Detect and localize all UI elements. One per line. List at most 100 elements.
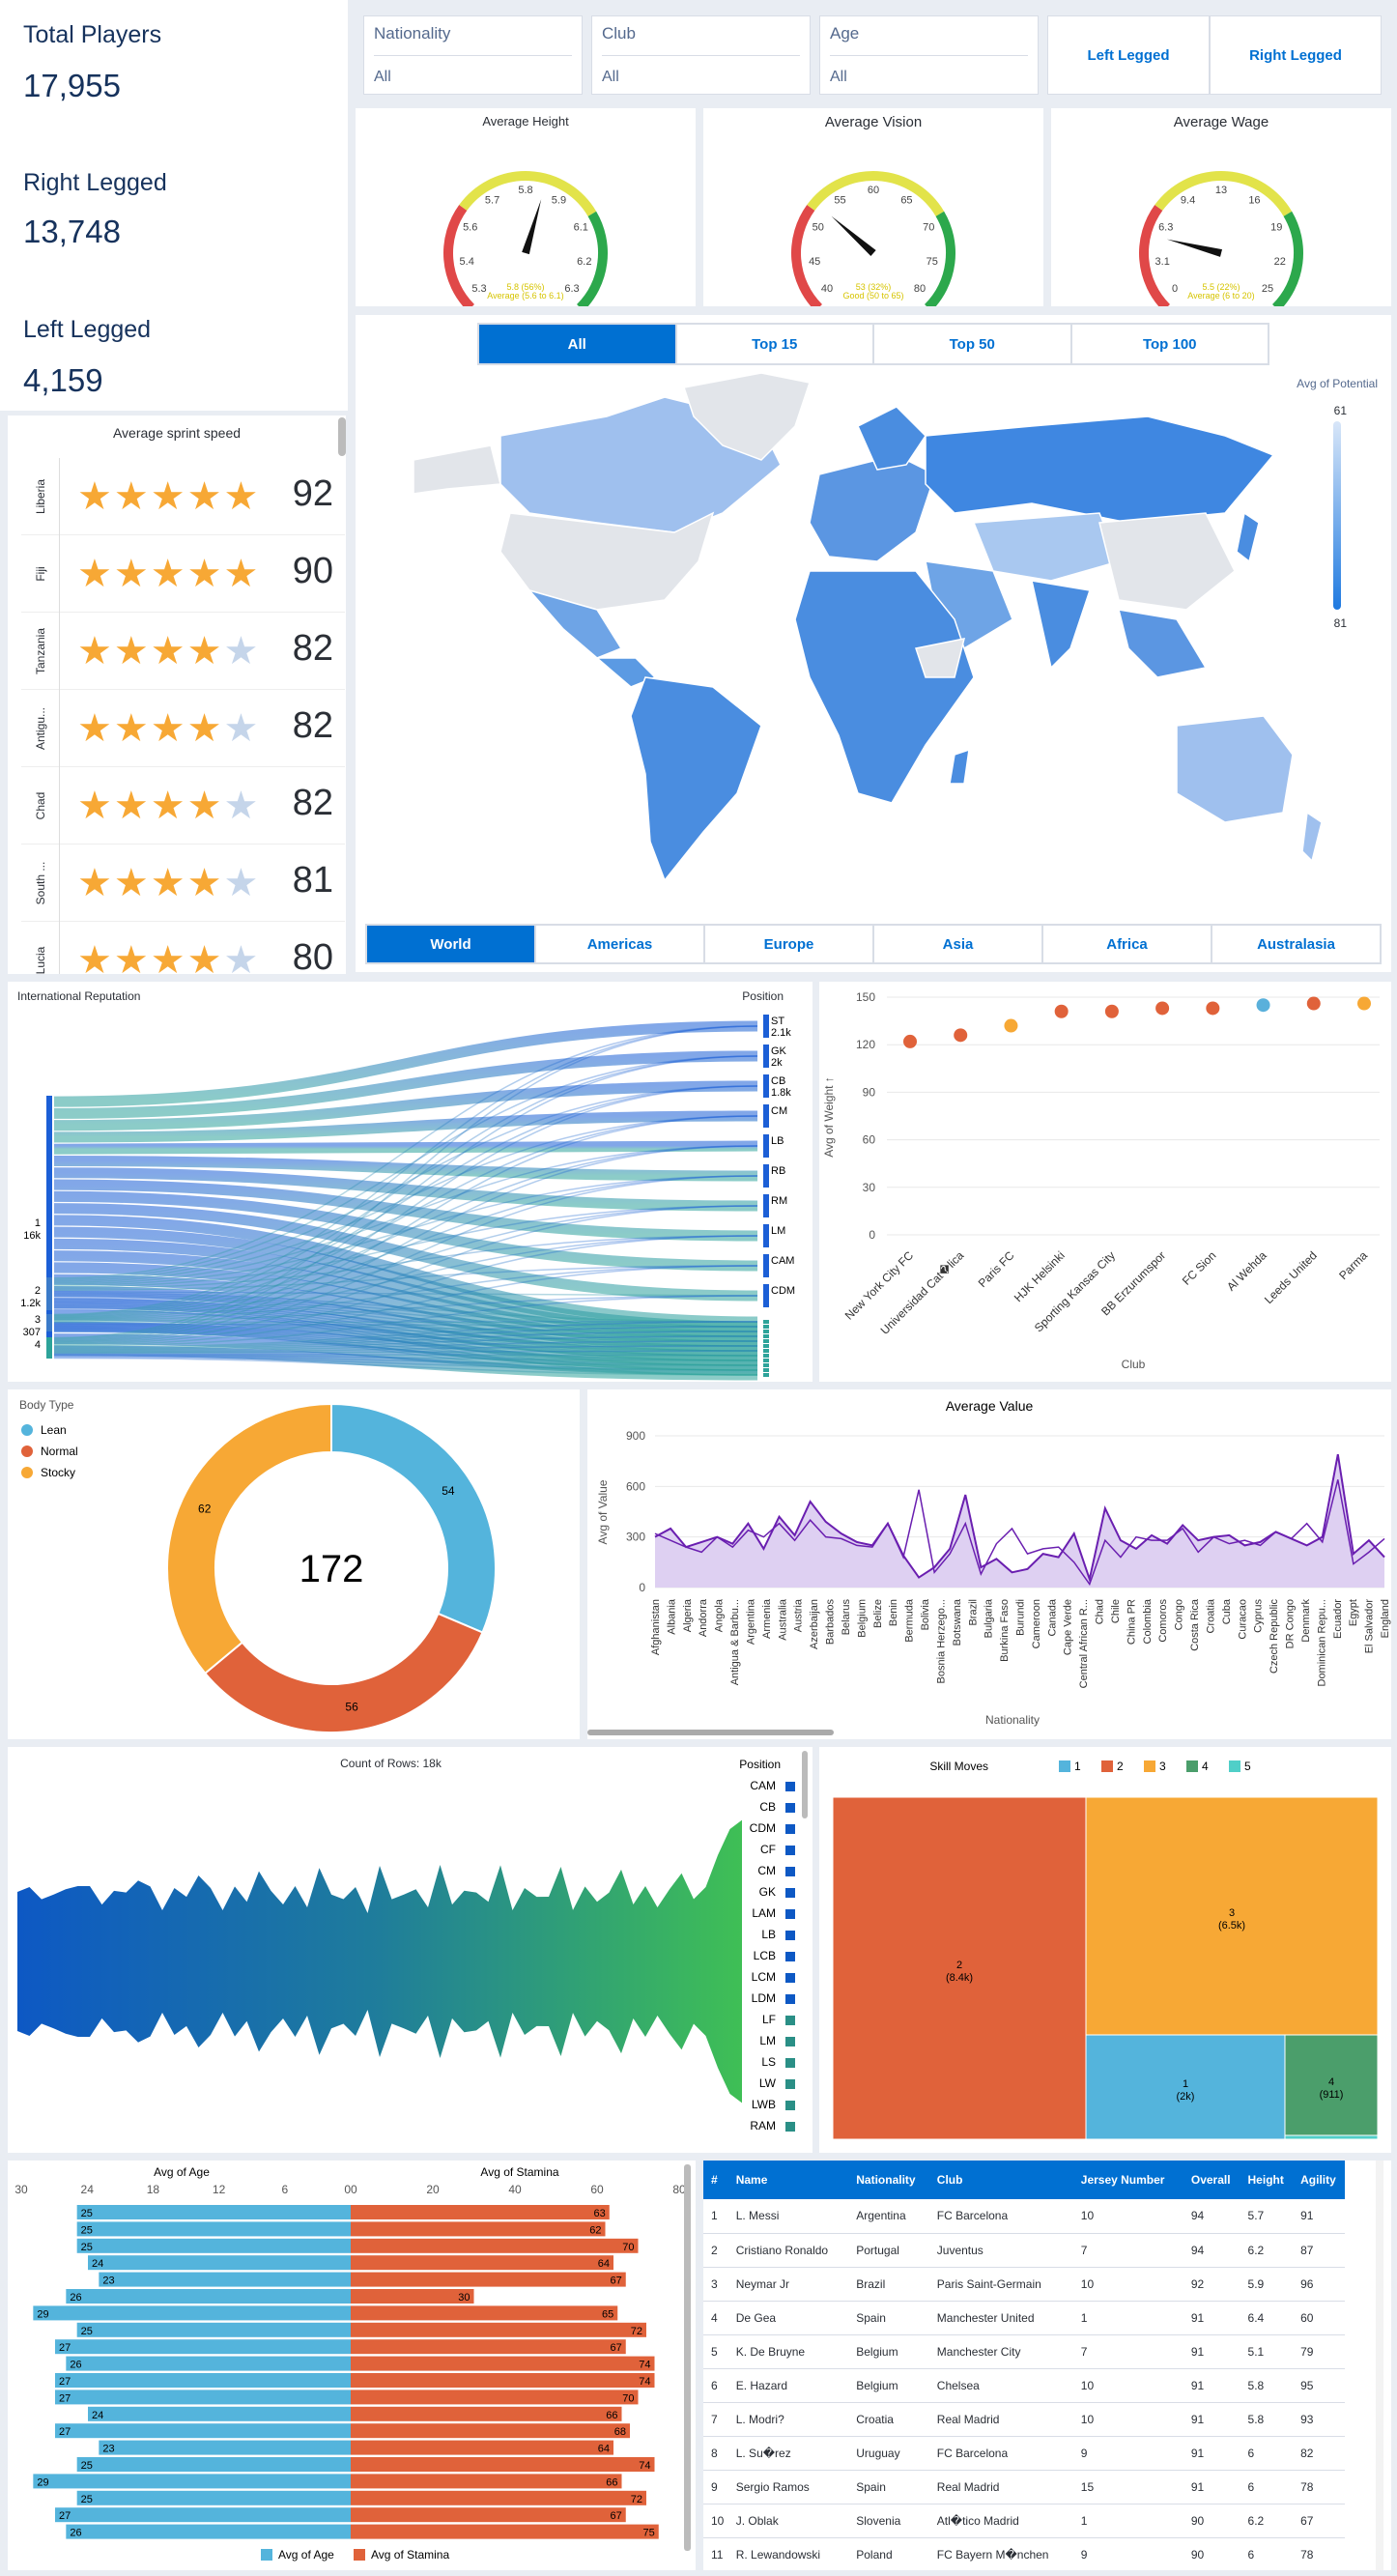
country-cell: South ... (21, 844, 60, 922)
star-rating: ★★★★★ (77, 785, 261, 827)
gauge-tick: 6.2 (577, 256, 591, 268)
nationality-filter[interactable]: Nationality All (363, 15, 583, 95)
dot-point (1004, 1018, 1018, 1033)
column-header[interactable]: Club (928, 2161, 1073, 2199)
x-tick: England (1380, 1599, 1391, 1638)
age-bar (88, 2255, 351, 2271)
region-tab-asia[interactable]: Asia (873, 925, 1042, 963)
x-tick: Congo (1174, 1599, 1185, 1630)
region-tab-americas[interactable]: Americas (535, 925, 704, 963)
gauge-tick: 22 (1274, 256, 1286, 268)
stamina-label: 70 (622, 2242, 634, 2253)
scrollbar[interactable] (338, 417, 346, 456)
table-cell: Brazil (848, 2267, 929, 2302)
table-row[interactable]: 5 K. De Bruyne Belgium Manchester City 7 91 5.… (703, 2334, 1345, 2369)
left-legged-button[interactable]: Left Legged (1047, 15, 1210, 95)
world-map[interactable] (356, 368, 1391, 948)
age-label: 27 (59, 2376, 71, 2388)
donut-svg: Body Type Lean Normal Stocky 54 56 62 172 (19, 1398, 497, 1733)
legend-label: Normal (41, 1445, 78, 1458)
table-cell: Portugal (848, 2233, 929, 2268)
kpi-right-legged: Right Legged 13,748 (0, 140, 348, 275)
table-row[interactable]: 3 Neymar Jr Brazil Paris Saint-Germain 10 92 5… (703, 2267, 1345, 2302)
map-madagascar[interactable] (949, 748, 970, 785)
stamina-bar (351, 2322, 646, 2337)
tab-all[interactable]: All (478, 324, 676, 364)
stream-legend-swatch (785, 2101, 795, 2110)
column-header[interactable]: Agility (1293, 2161, 1345, 2199)
map-scandinavia[interactable] (857, 406, 927, 471)
tab-top-15[interactable]: Top 15 (675, 324, 873, 364)
map-russia[interactable] (925, 415, 1275, 524)
map-alaska[interactable] (413, 444, 501, 495)
country-label: Tanzania (34, 627, 47, 675)
age-bar (55, 2507, 351, 2523)
region-tab-europe[interactable]: Europe (704, 925, 873, 963)
table-row[interactable]: 1 L. Messi Argentina FC Barcelona 10 94 5.7 91 (703, 2199, 1345, 2234)
sankey-left-sub: 307 (23, 1327, 41, 1338)
map-europe[interactable] (809, 454, 936, 562)
table-cell: E. Hazard (727, 2368, 849, 2403)
map-nz[interactable] (1301, 811, 1323, 863)
sankey-node (763, 1045, 769, 1068)
x-tick: 00 (344, 2183, 357, 2196)
age-bar (76, 2238, 352, 2253)
filter-label: Age (830, 24, 860, 43)
map-south-america[interactable] (630, 676, 762, 882)
map-australia[interactable] (1176, 715, 1294, 823)
x-tick: Cyprus (1253, 1599, 1265, 1633)
region-tab-world[interactable]: World (366, 925, 535, 963)
region-tab-australasia[interactable]: Australasia (1212, 925, 1381, 963)
table-row[interactable]: 7 L. Modri? Croatia Real Madrid 10 91 5.8 93 (703, 2402, 1345, 2437)
stamina-label: 74 (639, 2460, 650, 2472)
table-row[interactable]: 8 L. Su�rez Uruguay FC Barcelona 9 91 6 82 (703, 2436, 1345, 2471)
sankey-node (763, 1224, 769, 1247)
age-bar (76, 2221, 352, 2237)
table-row[interactable]: 11 R. Lewandowski Poland FC Bayern M�nchen 9… (703, 2537, 1345, 2570)
right-legged-button[interactable]: Right Legged (1210, 15, 1382, 95)
sankey-node (763, 1134, 769, 1158)
column-header[interactable]: Jersey Number (1072, 2161, 1183, 2199)
map-se-asia[interactable] (1117, 609, 1208, 678)
table-row[interactable]: 4 De Gea Spain Manchester United 1 91 6.4 60 (703, 2301, 1345, 2335)
column-header[interactable]: Overall (1183, 2161, 1240, 2199)
age-stamina-chart: Avg of Age Avg of Stamina 30 24 18 12 6 00 20 40 6… (8, 2161, 696, 2570)
scrollbar[interactable] (1376, 2161, 1383, 2570)
region-tab-africa[interactable]: Africa (1042, 925, 1212, 963)
map-china[interactable] (1098, 512, 1236, 611)
age-bar (76, 2322, 352, 2337)
stream-legend-label: CF (760, 1843, 776, 1856)
table-cell: 4 (703, 2301, 728, 2335)
table-cell: 5.8 (1240, 2368, 1294, 2403)
right-title: Avg of Stamina (480, 2165, 558, 2179)
table-cell: FC Barcelona (928, 2199, 1073, 2234)
filter-value: All (830, 69, 847, 85)
map-india[interactable] (1031, 580, 1091, 670)
donut-slice (166, 1402, 332, 1675)
map-central-asia[interactable] (972, 512, 1121, 582)
table-row[interactable]: 10 J. Oblak Slovenia Atl�tico Madrid 1 90 6.2 6… (703, 2504, 1345, 2538)
x-tick: Cape Verde (1063, 1599, 1074, 1655)
map-japan[interactable] (1236, 511, 1260, 563)
kpi-left-legged: Left Legged 4,159 (0, 275, 348, 411)
table-cell: FC Bayern M�nchen (928, 2537, 1073, 2570)
table-row[interactable]: 9 Sergio Ramos Spain Real Madrid 15 91 6 78 (703, 2470, 1345, 2504)
age-filter[interactable]: Age All (819, 15, 1039, 95)
sankey-chart: 116k 21.2k 33074 ST2.1k GK2k CB1.8k CM LB RB RM LM… (20, 1015, 795, 1381)
stream-legend-swatch (785, 1931, 795, 1940)
club-filter[interactable]: Club All (591, 15, 811, 95)
table-row[interactable]: 6 E. Hazard Belgium Chelsea 10 91 5.8 95 (703, 2368, 1345, 2403)
gauge-tick: 60 (868, 185, 879, 196)
column-header[interactable]: Height (1240, 2161, 1294, 2199)
sankey-node (763, 1363, 769, 1367)
dot-point (1357, 996, 1371, 1011)
tab-top-100[interactable]: Top 100 (1070, 324, 1269, 364)
column-header[interactable]: # (703, 2161, 728, 2199)
table-row[interactable]: 2 Cristiano Ronaldo Portugal Juventus 7 94 6.2… (703, 2233, 1345, 2268)
sankey-node (763, 1284, 769, 1307)
column-header[interactable]: Nationality (848, 2161, 929, 2199)
map-legend-title: Avg of Potential (1297, 377, 1378, 390)
column-header[interactable]: Name (727, 2161, 849, 2199)
tab-top-50[interactable]: Top 50 (873, 324, 1071, 364)
sprint-row: Tanzania ★★★★★ 82 (21, 613, 345, 690)
